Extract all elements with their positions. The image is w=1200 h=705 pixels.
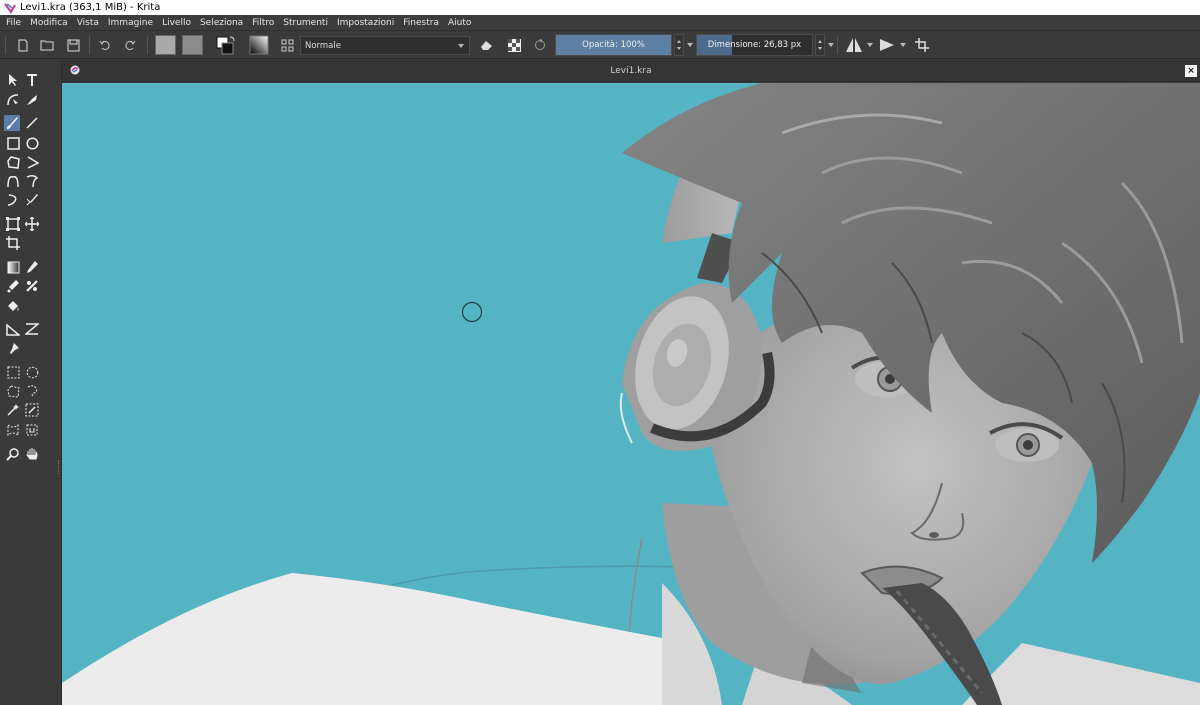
menu-impostazioni[interactable]: Impostazioni — [337, 18, 394, 28]
blend-mode-select[interactable]: Normale — [300, 36, 470, 55]
menu-vista[interactable]: Vista — [77, 18, 99, 28]
gradient-icon[interactable] — [248, 35, 270, 55]
document-tab-bar: Levi1.kra × — [62, 60, 1200, 82]
window-title: Levi1.kra (363,1 MiB) - Krita — [20, 2, 161, 13]
polygon-tool-icon[interactable] — [5, 154, 21, 170]
opacity-label: Opacità: 100% — [582, 40, 645, 50]
menu-aiuto[interactable]: Aiuto — [448, 18, 471, 28]
size-label: Dimensione: 26,83 px — [707, 40, 802, 50]
toolbar-separator — [837, 36, 838, 54]
save-icon[interactable] — [64, 36, 82, 54]
menu-seleziona[interactable]: Seleziona — [200, 18, 243, 28]
close-document-icon[interactable]: × — [1185, 65, 1197, 77]
mirror-horizontal-icon[interactable] — [843, 36, 865, 54]
similar-color-selection-icon[interactable] — [24, 402, 40, 418]
size-slider[interactable]: Dimensione: 26,83 px — [696, 34, 813, 56]
reference-pin-tool-icon[interactable] — [5, 341, 21, 357]
magic-wand-tool-icon[interactable] — [5, 402, 21, 418]
zoom-tool-icon[interactable] — [5, 446, 21, 462]
bezier-selection-tool-icon[interactable] — [5, 422, 21, 438]
opacity-slider[interactable]: Opacità: 100% — [555, 34, 672, 56]
mirror-vertical-icon[interactable] — [876, 36, 898, 54]
window-titlebar: Levi1.kra (363,1 MiB) - Krita — [0, 0, 1200, 15]
bezier-curve-tool-icon[interactable] — [5, 173, 21, 189]
pan-hand-tool-icon[interactable] — [24, 446, 40, 462]
eraser-icon[interactable] — [477, 36, 495, 54]
blend-mode-value: Normale — [305, 40, 341, 51]
size-chevron-down-icon[interactable] — [828, 43, 834, 47]
toolbox-panel — [0, 60, 62, 705]
toolbox-resize-grip[interactable] — [58, 460, 60, 474]
toolbar-separator — [89, 36, 90, 54]
transform-tool-icon[interactable] — [5, 216, 21, 232]
open-folder-icon[interactable] — [38, 36, 56, 54]
document-tab-title[interactable]: Levi1.kra — [62, 66, 1200, 76]
freehand-brush-tool-icon[interactable] — [4, 115, 20, 131]
menu-file[interactable]: File — [6, 18, 21, 28]
crop-tool-icon[interactable] — [5, 235, 21, 251]
rect-selection-tool-icon[interactable] — [5, 364, 21, 380]
calligraphy-tool-icon[interactable] — [24, 92, 40, 108]
opacity-spinner[interactable] — [674, 34, 684, 56]
select-shapes-tool-icon[interactable] — [5, 72, 21, 88]
brush-cursor — [461, 301, 483, 323]
ellipse-tool-icon[interactable] — [24, 135, 40, 151]
menubar: File Modifica Vista Immagine Livello Sel… — [0, 15, 1200, 30]
size-spinner[interactable] — [815, 34, 825, 56]
menu-strumenti[interactable]: Strumenti — [283, 18, 328, 28]
measure-tool-icon[interactable] — [5, 321, 21, 337]
edit-shapes-tool-icon[interactable] — [5, 92, 21, 108]
line-tool-icon[interactable] — [24, 115, 40, 131]
ellipse-selection-tool-icon[interactable] — [24, 364, 40, 380]
multibrush-tool-icon[interactable] — [24, 192, 40, 208]
rectangle-tool-icon[interactable] — [5, 135, 21, 151]
new-document-icon[interactable] — [14, 36, 32, 54]
gradient-tool-icon[interactable] — [5, 259, 21, 275]
workspace-grid-icon[interactable] — [278, 36, 296, 54]
menu-modifica[interactable]: Modifica — [30, 18, 68, 28]
menu-finestra[interactable]: Finestra — [403, 18, 439, 28]
wrap-around-icon[interactable] — [912, 36, 932, 54]
chevron-down-icon — [458, 44, 464, 48]
krita-app-icon — [4, 2, 16, 14]
polyline-tool-icon[interactable] — [24, 154, 40, 170]
preserve-alpha-icon[interactable] — [505, 36, 523, 54]
perspective-tool-icon[interactable] — [24, 321, 40, 337]
reload-preset-icon[interactable] — [531, 36, 549, 54]
dynamic-brush-tool-icon[interactable] — [5, 192, 21, 208]
menu-livello[interactable]: Livello — [162, 18, 191, 28]
polygon-selection-tool-icon[interactable] — [5, 383, 21, 399]
brush-preset-swatch[interactable] — [155, 35, 176, 55]
smart-patch-tool-icon[interactable] — [5, 278, 21, 294]
menu-filtro[interactable]: Filtro — [252, 18, 274, 28]
assistant-tool-icon[interactable] — [24, 278, 40, 294]
fill-bucket-tool-icon[interactable] — [5, 298, 21, 314]
move-tool-icon[interactable] — [24, 216, 40, 232]
freehand-selection-tool-icon[interactable] — [24, 383, 40, 399]
text-tool-icon[interactable] — [24, 72, 40, 88]
mirror-h-chevron-down-icon[interactable] — [867, 43, 873, 47]
redo-icon[interactable] — [121, 36, 139, 54]
toolbar-separator — [147, 36, 148, 54]
drawing-canvas[interactable] — [62, 83, 1200, 705]
opacity-chevron-down-icon[interactable] — [687, 43, 693, 47]
canvas-artwork — [62, 83, 1200, 705]
color-picker-tool-icon[interactable] — [24, 259, 40, 275]
color-swap-icon[interactable] — [214, 36, 238, 55]
magnetic-selection-tool-icon[interactable] — [24, 422, 40, 438]
mirror-v-chevron-down-icon[interactable] — [900, 43, 906, 47]
main-toolbar: Normale Opacità: 100% Dimensione: 26,83 … — [0, 30, 1200, 59]
pattern-swatch[interactable] — [182, 35, 203, 55]
menu-immagine[interactable]: Immagine — [108, 18, 153, 28]
undo-icon[interactable] — [96, 36, 114, 54]
toolbar-handle[interactable] — [5, 36, 6, 54]
freehand-path-tool-icon[interactable] — [24, 173, 40, 189]
